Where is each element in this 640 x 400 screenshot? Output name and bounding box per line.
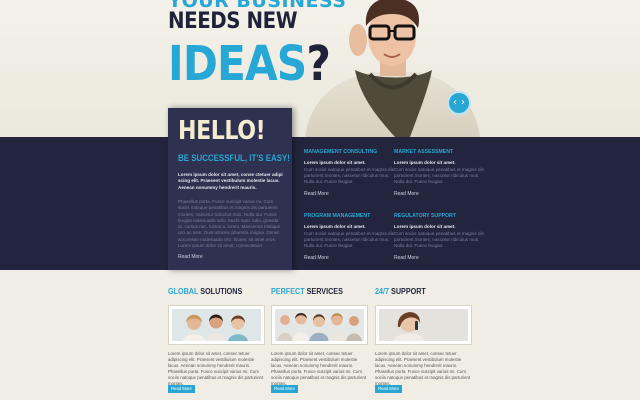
read-more-link[interactable]: Read More [394, 255, 484, 261]
service-title[interactable]: MANAGEMENT CONSULTING [304, 149, 394, 155]
hello-lead-text: Lorem ipsum dolor sit amet, conse ctetue… [178, 172, 283, 190]
hero-section: YOUR BUSINESS NEEDS NEW IDEAS? ‹ › [0, 0, 640, 137]
hero-headline-line2: NEEDS NEW [168, 9, 298, 34]
hello-subtitle: BE SUCCESSFUL, IT'S EASY! [178, 153, 290, 163]
hello-card: HELLO! BE SUCCESSFUL, IT'S EASY! Lorem i… [168, 108, 292, 270]
service-lead: Lorem ipsum dolor sit amet. [304, 224, 366, 229]
feature-heading-highlight: 24/7 [375, 287, 390, 296]
service-lead: Lorem ipsum dolor sit amet. [304, 160, 366, 165]
read-more-link[interactable]: Read More [304, 191, 394, 197]
service-management-consulting: MANAGEMENT CONSULTING Lorem ipsum dolor … [304, 149, 394, 197]
hero-man-image [305, 0, 480, 137]
service-regulatory-support: REGULATORY SUPPORT Lorem ipsum dolor sit… [394, 213, 484, 261]
group-photo [275, 309, 364, 341]
read-more-button[interactable]: Read More [271, 385, 298, 393]
feature-heading-highlight: PERFECT [271, 287, 305, 296]
feature-heading-rest: SERVICES [304, 287, 343, 296]
slider-prev-icon[interactable]: ‹ [451, 98, 459, 108]
service-lead: Lorem ipsum dolor sit amet. [394, 160, 456, 165]
service-text: Cum sociis natoque penatibus et magnis d… [394, 231, 484, 249]
service-title[interactable]: PROGRAM MANAGEMENT [304, 213, 394, 219]
read-more-button[interactable]: Read More [375, 385, 402, 393]
hello-read-more-link[interactable]: Read More [178, 254, 203, 260]
service-text: Cum sociis natoque penatibus et magnis d… [304, 167, 394, 185]
feature-text: Lorem ipsum dolor sit amet, consec tetue… [168, 351, 264, 386]
feature-heading: GLOBAL SOLUTIONS [168, 287, 255, 296]
read-more-link[interactable]: Read More [394, 191, 484, 197]
feature-text: Lorem ipsum dolor sit amet, consec tetue… [271, 351, 367, 386]
services-band: MANAGEMENT CONSULTING Lorem ipsum dolor … [0, 137, 640, 270]
feature-photo-frame [375, 305, 472, 345]
slider-next-icon[interactable]: › [459, 98, 467, 108]
service-text: Cum sociis natoque penatibus et magnis d… [304, 231, 394, 249]
service-market-assessment: MARKET ASSESSMENT Lorem ipsum dolor sit … [394, 149, 484, 197]
support-agent-photo [379, 309, 468, 341]
feature-heading: PERFECT SERVICES [271, 287, 358, 296]
hero-headline-ideas: IDEAS [168, 36, 307, 92]
read-more-button[interactable]: Read More [168, 385, 195, 393]
service-title[interactable]: MARKET ASSESSMENT [394, 149, 484, 155]
feature-heading-highlight: GLOBAL [168, 287, 199, 296]
feature-photo-frame [168, 305, 265, 345]
service-program-management: PROGRAM MANAGEMENT Lorem ipsum dolor sit… [304, 213, 394, 261]
hello-body-text: Phasellus porta. Fusce suscipit varius m… [178, 199, 281, 249]
slider-nav-button[interactable]: ‹ › [447, 91, 471, 115]
feature-heading-rest: SOLUTIONS [198, 287, 243, 296]
hello-title: HELLO! [178, 116, 266, 146]
read-more-link[interactable]: Read More [304, 255, 394, 261]
feature-global-solutions: GLOBAL SOLUTIONS Lorem ipsum dolor sit a… [168, 287, 265, 393]
feature-heading: 24/7 SUPPORT [375, 287, 462, 296]
service-lead: Lorem ipsum dolor sit amet. [394, 224, 456, 229]
team-photo [172, 309, 261, 341]
feature-24-7-support: 24/7 SUPPORT Lorem ipsum dolor sit amet,… [375, 287, 472, 393]
service-text: Cum sociis natoque penatibus et magnis d… [394, 167, 484, 185]
feature-text: Lorem ipsum dolor sit amet, consec tetue… [375, 351, 471, 386]
service-title[interactable]: REGULATORY SUPPORT [394, 213, 484, 219]
feature-heading-rest: SUPPORT [389, 287, 426, 296]
feature-photo-frame [271, 305, 368, 345]
feature-perfect-services: PERFECT SERVICES Lorem ipsum dolor sit a… [271, 287, 368, 393]
